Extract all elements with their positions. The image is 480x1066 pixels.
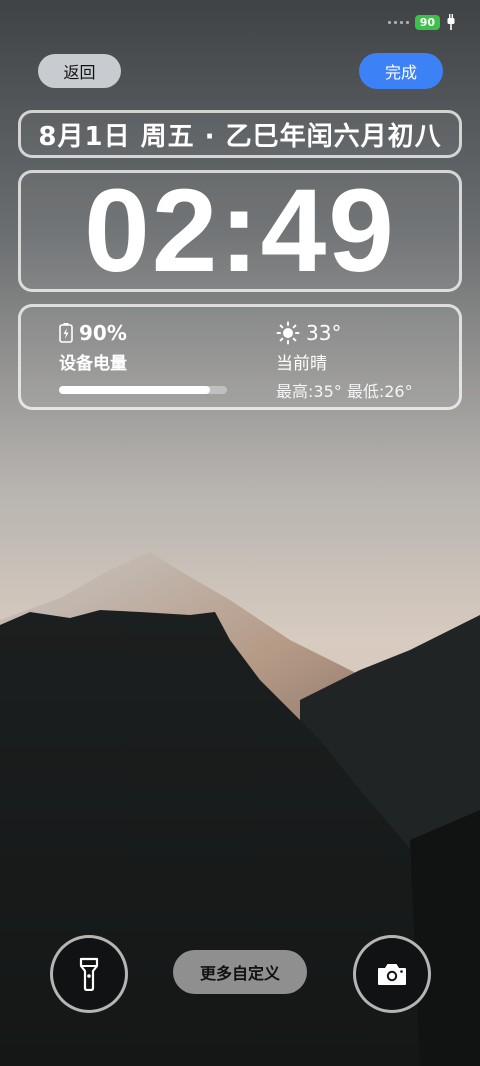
battery-progress-track (59, 386, 227, 394)
battery-progress-fill (59, 386, 211, 394)
battery-widget: 90% 设备电量 (59, 321, 229, 394)
wallpaper (0, 0, 480, 1066)
clock-time: 02:49 (84, 165, 396, 297)
camera-icon (378, 964, 406, 985)
camera-button[interactable] (353, 935, 431, 1013)
charging-plug-icon (447, 14, 455, 30)
weather-range: 最高:35° 最低:26° (276, 382, 413, 401)
weather-condition: 当前晴 (276, 354, 327, 374)
flashlight-icon (79, 957, 99, 991)
date-widget[interactable]: 8月1日 周五 · 乙巳年闰六月初八 (18, 110, 462, 158)
signal-icon (387, 20, 409, 24)
date-text: 8月1日 周五 · 乙巳年闰六月初八 (38, 121, 442, 152)
flashlight-button[interactable] (50, 935, 128, 1013)
info-widget[interactable]: 90% 设备电量 33° 当前晴 最高:35° 最低:26° (18, 304, 462, 410)
battery-badge: 90 (414, 14, 440, 30)
more-customize-button[interactable]: 更多自定义 (173, 950, 307, 994)
weather-temp: 33° (306, 321, 342, 345)
done-button[interactable]: 完成 (359, 53, 443, 89)
back-button[interactable]: 返回 (38, 54, 121, 88)
clock-widget[interactable]: 02:49 (18, 170, 462, 292)
status-bar: 90 (387, 14, 456, 30)
weather-widget: 33° 当前晴 最高:35° 最低:26° (276, 321, 456, 402)
sun-icon (276, 321, 300, 345)
battery-percent: 90% (79, 321, 127, 345)
battery-charging-icon (59, 323, 73, 343)
battery-label: 设备电量 (59, 354, 127, 374)
